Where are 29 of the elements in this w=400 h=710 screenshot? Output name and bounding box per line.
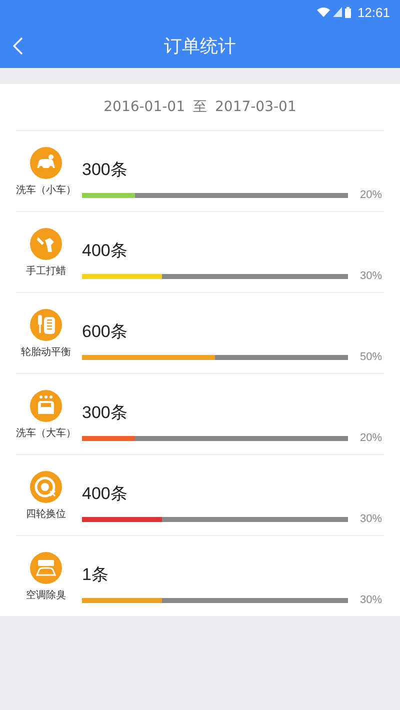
service-label: 洗车（小车） xyxy=(16,184,76,197)
page-title: 订单统计 xyxy=(164,35,236,58)
order-count: 300条 xyxy=(82,159,128,181)
signal-icon xyxy=(333,7,342,17)
end-date: 2017-03-01 xyxy=(215,99,296,115)
back-icon[interactable] xyxy=(13,37,23,55)
percentage: 20% xyxy=(360,432,382,444)
service-label: 轮胎动平衡 xyxy=(21,346,71,359)
service-label: 手工打蜡 xyxy=(26,264,66,278)
order-count: 300条 xyxy=(82,402,128,424)
service-label: 洗车（大车） xyxy=(16,426,76,440)
order-count: 400条 xyxy=(82,240,128,262)
percentage: 30% xyxy=(360,270,382,282)
order-count: 600条 xyxy=(82,321,128,343)
wheel-icon xyxy=(30,471,62,503)
status-time: 12:61 xyxy=(357,4,390,20)
start-date: 2016-01-01 xyxy=(104,99,185,115)
percentage: 30% xyxy=(360,594,382,606)
battery-icon xyxy=(345,6,352,18)
order-count: 1条 xyxy=(82,564,110,586)
wifi-icon xyxy=(317,7,330,17)
percentage: 20% xyxy=(360,189,382,201)
percentage: 30% xyxy=(360,513,382,525)
tire-icon xyxy=(30,309,62,341)
order-count: 400条 xyxy=(82,483,128,505)
service-label: 四轮换位 xyxy=(26,508,66,521)
percentage: 50% xyxy=(360,351,382,363)
service-label: 空调除臭 xyxy=(26,588,66,602)
date-separator: 至 xyxy=(193,98,207,116)
